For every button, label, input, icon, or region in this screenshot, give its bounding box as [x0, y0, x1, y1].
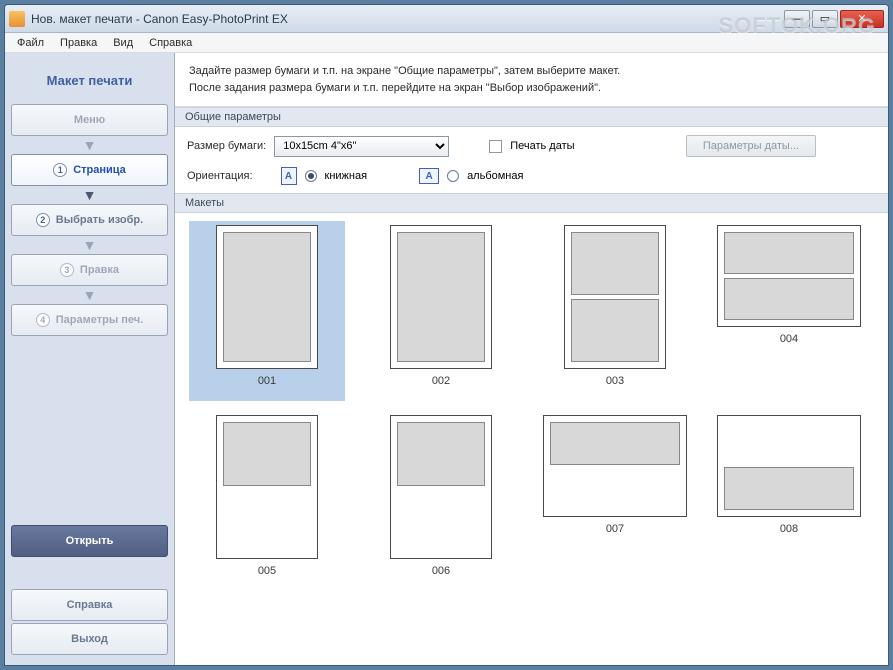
layout-label: 005 [258, 565, 276, 577]
portrait-icon: A [281, 167, 297, 185]
close-button[interactable]: ✕ [840, 10, 884, 28]
titlebar[interactable]: Нов. макет печати - Canon Easy-PhotoPrin… [5, 5, 888, 33]
menu-view[interactable]: Вид [105, 35, 141, 51]
print-date-checkbox[interactable] [489, 140, 502, 153]
layout-item-004[interactable]: 004 [711, 221, 867, 401]
layout-label: 003 [606, 375, 624, 387]
layout-item-005[interactable]: 005 [189, 411, 345, 591]
main-panel: Задайте размер бумаги и т.п. на экране "… [175, 53, 888, 665]
step-print-params-button[interactable]: 4 Параметры печ. [11, 304, 168, 336]
step-number-4: 4 [36, 313, 50, 327]
window-title: Нов. макет печати - Canon Easy-PhotoPrin… [31, 12, 784, 26]
arrow-icon: ▼ [11, 240, 168, 250]
step-menu-button[interactable]: Меню [11, 104, 168, 136]
layouts-section-label: Макеты [175, 193, 888, 213]
layout-preview [543, 415, 687, 517]
sidebar-title: Макет печати [11, 61, 168, 104]
layout-preview [717, 225, 861, 327]
layout-label: 004 [780, 333, 798, 345]
arrow-icon: ▼ [11, 190, 168, 200]
minimize-button[interactable]: — [784, 10, 810, 28]
sidebar: Макет печати Меню ▼ 1 Страница ▼ 2 Выбра… [5, 53, 175, 665]
portrait-radio[interactable] [305, 170, 317, 182]
portrait-label: книжная [325, 170, 368, 182]
layout-preview [390, 225, 492, 369]
layouts-grid: 001 002 003 004 005 006 007 008 [175, 213, 888, 665]
help-button[interactable]: Справка [11, 589, 168, 621]
landscape-label: альбомная [467, 170, 523, 182]
layout-item-003[interactable]: 003 [537, 221, 693, 401]
menu-help[interactable]: Справка [141, 35, 200, 51]
layout-item-007[interactable]: 007 [537, 411, 693, 591]
layout-item-001[interactable]: 001 [189, 221, 345, 401]
arrow-icon: ▼ [11, 140, 168, 150]
app-icon [9, 11, 25, 27]
layout-preview [717, 415, 861, 517]
maximize-button[interactable]: ▭ [812, 10, 838, 28]
arrow-icon: ▼ [11, 290, 168, 300]
instructions: Задайте размер бумаги и т.п. на экране "… [175, 53, 888, 107]
step-number-3: 3 [60, 263, 74, 277]
layout-item-008[interactable]: 008 [711, 411, 867, 591]
orientation-label: Ориентация: [187, 170, 253, 182]
step-number-2: 2 [36, 213, 50, 227]
layout-label: 001 [258, 375, 276, 387]
open-button[interactable]: Открыть [11, 525, 168, 557]
params-panel: Размер бумаги: 10x15cm 4"x6" Печать даты… [175, 127, 888, 193]
layout-preview [390, 415, 492, 559]
paper-size-label: Размер бумаги: [187, 140, 266, 152]
menu-edit[interactable]: Правка [52, 35, 105, 51]
layout-preview [564, 225, 666, 369]
step-edit-button[interactable]: 3 Правка [11, 254, 168, 286]
layout-item-002[interactable]: 002 [363, 221, 519, 401]
layout-label: 007 [606, 523, 624, 535]
menu-file[interactable]: Файл [9, 35, 52, 51]
date-params-button: Параметры даты... [686, 135, 816, 157]
app-window: Нов. макет печати - Canon Easy-PhotoPrin… [4, 4, 889, 666]
layout-preview [216, 225, 318, 369]
menubar: Файл Правка Вид Справка [5, 33, 888, 53]
step-select-images-button[interactable]: 2 Выбрать изобр. [11, 204, 168, 236]
layout-label: 008 [780, 523, 798, 535]
landscape-icon: A [419, 168, 439, 184]
layout-item-006[interactable]: 006 [363, 411, 519, 591]
layout-label: 006 [432, 565, 450, 577]
exit-button[interactable]: Выход [11, 623, 168, 655]
layout-label: 002 [432, 375, 450, 387]
print-date-label: Печать даты [510, 140, 574, 152]
step-page-button[interactable]: 1 Страница [11, 154, 168, 186]
params-section-label: Общие параметры [175, 107, 888, 127]
layout-preview [216, 415, 318, 559]
step-number-1: 1 [53, 163, 67, 177]
paper-size-select[interactable]: 10x15cm 4"x6" [274, 136, 449, 157]
landscape-radio[interactable] [447, 170, 459, 182]
